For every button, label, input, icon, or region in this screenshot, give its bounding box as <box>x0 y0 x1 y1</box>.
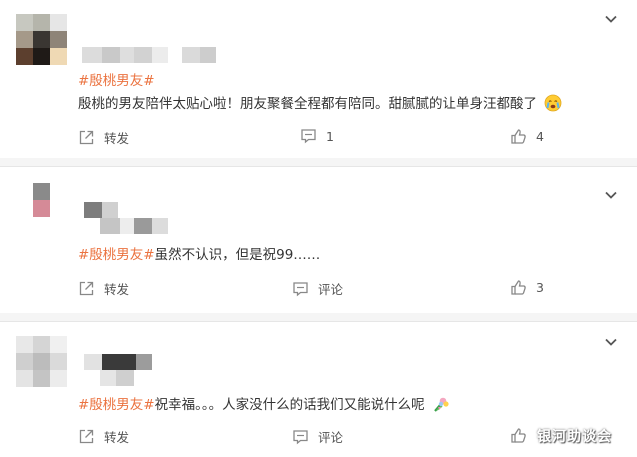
like-button[interactable]: 3 <box>510 279 544 296</box>
username-blurred-2 <box>100 370 134 386</box>
watermark: 银河助谈会 <box>537 429 612 445</box>
comment-text: #殷桃男友#祝幸福。。。人家没什么的话我们又能说什么呢 <box>78 393 450 417</box>
like-count: 3 <box>536 280 544 295</box>
like-button[interactable] <box>510 427 536 444</box>
comment-icon <box>293 429 308 444</box>
comment-button[interactable]: 评论 <box>292 279 343 298</box>
like-count: 4 <box>536 129 544 144</box>
avatar[interactable] <box>16 336 67 387</box>
comment-label: 评论 <box>318 282 344 297</box>
thumbs-up-icon <box>511 129 526 144</box>
comment-button[interactable]: 评论 <box>292 427 343 446</box>
repost-button[interactable]: 转发 <box>78 427 129 446</box>
username-blurred-2 <box>100 218 168 234</box>
thumbs-up-icon <box>511 428 526 443</box>
crying-face-emoji <box>544 94 562 116</box>
section-gap <box>0 158 637 166</box>
username-blurred[interactable] <box>82 47 216 63</box>
comment-count: 1 <box>326 128 334 144</box>
avatar[interactable] <box>16 183 67 234</box>
repost-label: 转发 <box>104 131 130 146</box>
comment-text: 殷桃的男友陪伴太贴心啦！朋友聚餐全程都有陪同。甜腻腻的让单身汪都酸了 <box>78 92 562 116</box>
repost-label: 转发 <box>104 430 130 445</box>
comment-label: 评论 <box>318 430 344 445</box>
comment-text: #殷桃男友#虽然不认识，但是祝99…… <box>78 243 320 263</box>
username-blurred[interactable] <box>84 202 118 218</box>
comment-icon <box>301 129 316 144</box>
comment-body: 虽然不认识，但是祝99…… <box>154 247 321 263</box>
comment-button[interactable]: 1 <box>300 128 334 144</box>
action-bar: 转发 1 4 <box>0 128 637 150</box>
chevron-down-icon[interactable] <box>603 334 619 350</box>
repost-icon <box>79 429 94 444</box>
repost-label: 转发 <box>104 282 130 297</box>
comment-card-1: #殷桃男友# 殷桃的男友陪伴太贴心啦！朋友聚餐全程都有陪同。甜腻腻的让单身汪都酸… <box>0 0 637 160</box>
username-blurred[interactable] <box>84 354 152 370</box>
repost-icon <box>79 281 94 296</box>
chevron-down-icon[interactable] <box>603 187 619 203</box>
comment-card-2: #殷桃男友#虽然不认识，但是祝99…… 转发 评论 3 <box>0 167 637 315</box>
repost-button[interactable]: 转发 <box>78 279 129 298</box>
thumbs-up-icon <box>511 280 526 295</box>
chevron-down-icon[interactable] <box>603 11 619 27</box>
section-gap <box>0 313 637 321</box>
hashtag-link[interactable]: #殷桃男友# <box>78 247 155 263</box>
avatar[interactable] <box>16 14 67 65</box>
hashtag-link[interactable]: #殷桃男友# <box>78 397 155 413</box>
hashtag[interactable]: #殷桃男友# <box>78 69 155 89</box>
comment-body: 祝幸福。。。人家没什么的话我们又能说什么呢 <box>154 397 425 413</box>
repost-icon <box>79 130 94 145</box>
repost-button[interactable]: 转发 <box>78 128 129 147</box>
bouquet-emoji <box>432 395 450 417</box>
action-bar: 转发 评论 3 <box>0 279 637 301</box>
comment-body: 殷桃的男友陪伴太贴心啦！朋友聚餐全程都有陪同。甜腻腻的让单身汪都酸了 <box>78 96 537 112</box>
hashtag-link[interactable]: #殷桃男友# <box>78 73 155 89</box>
comment-icon <box>293 281 308 296</box>
like-button[interactable]: 4 <box>510 128 544 145</box>
